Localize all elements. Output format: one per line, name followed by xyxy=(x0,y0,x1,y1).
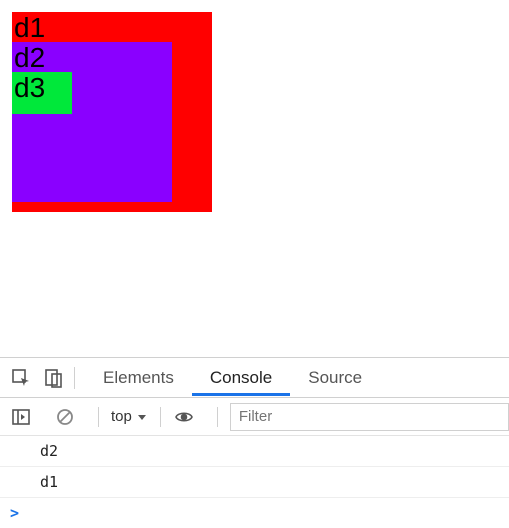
tab-console[interactable]: Console xyxy=(192,360,290,396)
context-selector[interactable]: top xyxy=(111,408,148,425)
console-prompt[interactable]: > xyxy=(0,498,509,528)
context-label: top xyxy=(111,408,132,425)
toggle-sidebar-icon[interactable] xyxy=(10,406,32,428)
console-output: d2 d1 > xyxy=(0,436,509,528)
d3-label: d3 xyxy=(12,72,72,102)
div-d3[interactable]: d3 xyxy=(12,72,72,114)
d1-label: d1 xyxy=(12,12,212,42)
devtools-tabbar: Elements Console Source xyxy=(0,358,509,398)
eye-icon[interactable] xyxy=(173,406,195,428)
console-message[interactable]: d2 xyxy=(0,436,509,467)
chevron-down-icon xyxy=(136,411,148,423)
separator xyxy=(160,407,161,427)
device-toolbar-icon[interactable] xyxy=(42,367,64,389)
separator xyxy=(98,407,99,427)
rendered-page: d1 d2 d3 xyxy=(0,0,509,224)
inspect-element-icon[interactable] xyxy=(10,367,32,389)
clear-console-icon[interactable] xyxy=(54,406,76,428)
div-d2[interactable]: d2 d3 xyxy=(12,42,172,202)
devtools-panel: Elements Console Source top xyxy=(0,357,509,528)
console-message[interactable]: d1 xyxy=(0,467,509,498)
separator xyxy=(74,367,75,389)
div-d1[interactable]: d1 d2 d3 xyxy=(12,12,212,212)
tab-sources[interactable]: Source xyxy=(290,360,380,396)
separator xyxy=(217,407,218,427)
console-toolbar: top xyxy=(0,398,509,436)
tab-elements[interactable]: Elements xyxy=(85,360,192,396)
filter-input[interactable] xyxy=(230,403,509,431)
d2-label: d2 xyxy=(12,42,172,72)
